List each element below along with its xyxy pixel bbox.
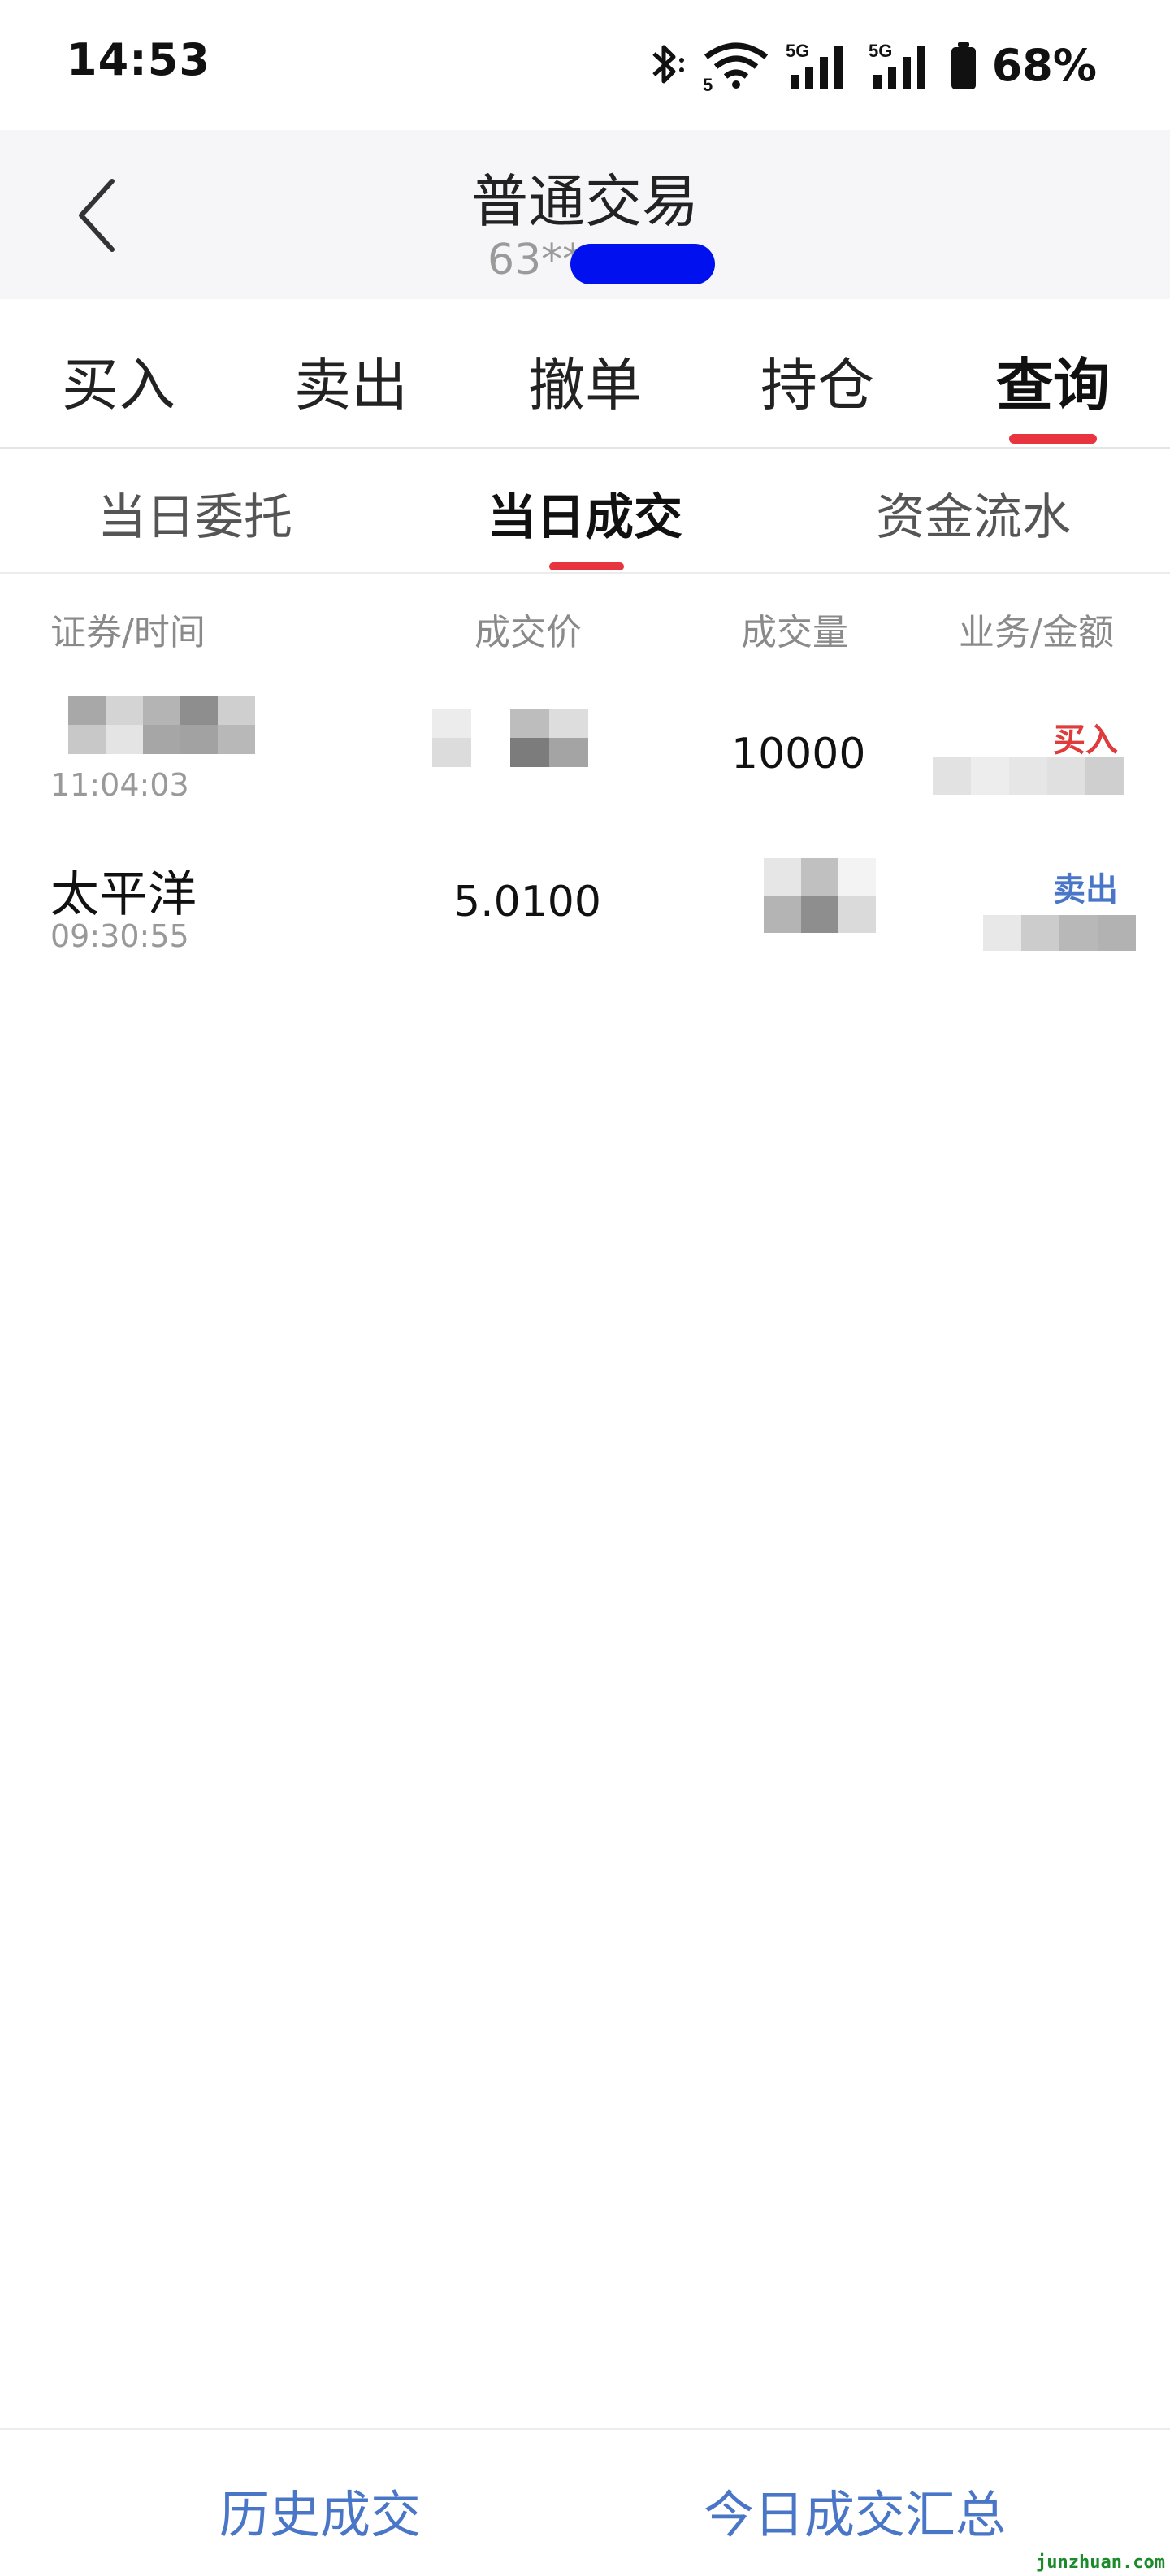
watermark: junzhuan.com (1036, 2552, 1165, 2573)
redaction-mark (570, 244, 715, 284)
tab-buy[interactable]: 买入 (62, 340, 176, 422)
battery-percent: 68% (991, 39, 1097, 91)
active-subtab-indicator (549, 562, 624, 570)
trade-price: 5.0100 (453, 878, 601, 926)
tab-cancel[interactable]: 撤单 (528, 340, 642, 422)
redacted-price (432, 709, 588, 767)
history-trades-button[interactable]: 历史成交 (219, 2474, 421, 2547)
today-summary-button[interactable]: 今日成交汇总 (704, 2474, 1006, 2547)
signal-5g-icon: 5G (869, 41, 925, 89)
tab-sell[interactable]: 卖出 (294, 340, 408, 422)
trade-time: 11:04:03 (50, 767, 189, 803)
battery-icon (951, 42, 976, 89)
sub-tab-bar: 当日委托 当日成交 资金流水 (0, 449, 1170, 574)
subtab-today-orders[interactable]: 当日委托 (98, 478, 292, 549)
svg-text:5G: 5G (869, 41, 892, 61)
business-type: 买入 (1053, 722, 1118, 759)
clock: 14:53 (67, 34, 210, 85)
trade-volume: 10000 (731, 730, 866, 778)
status-icons: 5 5G 5G 68% (644, 33, 1097, 98)
main-tab-bar: 买入 卖出 撤单 持仓 查询 (0, 299, 1170, 449)
redacted-amount (933, 757, 1124, 795)
status-bar: 14:53 5 5G 5G 68% (0, 0, 1170, 130)
security-name: 太平洋 (50, 866, 197, 923)
signal-5g-icon: 5G (786, 41, 843, 89)
column-header-price: 成交价 (474, 612, 582, 653)
subtab-fund-flow[interactable]: 资金流水 (876, 478, 1071, 549)
column-header-volume: 成交量 (741, 612, 848, 653)
bluetooth-icon (652, 45, 684, 84)
wifi-icon: 5 (703, 42, 768, 91)
tab-query[interactable]: 查询 (996, 340, 1110, 422)
column-header-security-time: 证券/时间 (50, 612, 206, 653)
redacted-amount (983, 915, 1136, 951)
business-type: 卖出 (1053, 871, 1118, 909)
trade-time: 09:30:55 (50, 918, 189, 954)
account-number: 63** (488, 236, 584, 284)
tab-positions[interactable]: 持仓 (760, 340, 874, 422)
bottom-action-bar: 历史成交 今日成交汇总 junzhuan.com (0, 2428, 1170, 2576)
page-title: 普通交易 (471, 168, 699, 235)
svg-text:5: 5 (703, 75, 713, 91)
active-tab-indicator (1009, 434, 1097, 444)
column-header-business-amount: 业务/金额 (959, 612, 1114, 653)
redacted-volume (764, 858, 876, 933)
subtab-today-trades[interactable]: 当日成交 (488, 478, 682, 549)
svg-text:5G: 5G (786, 41, 809, 61)
redacted-security-name (68, 696, 255, 754)
nav-header: 普通交易 63** (0, 130, 1170, 299)
